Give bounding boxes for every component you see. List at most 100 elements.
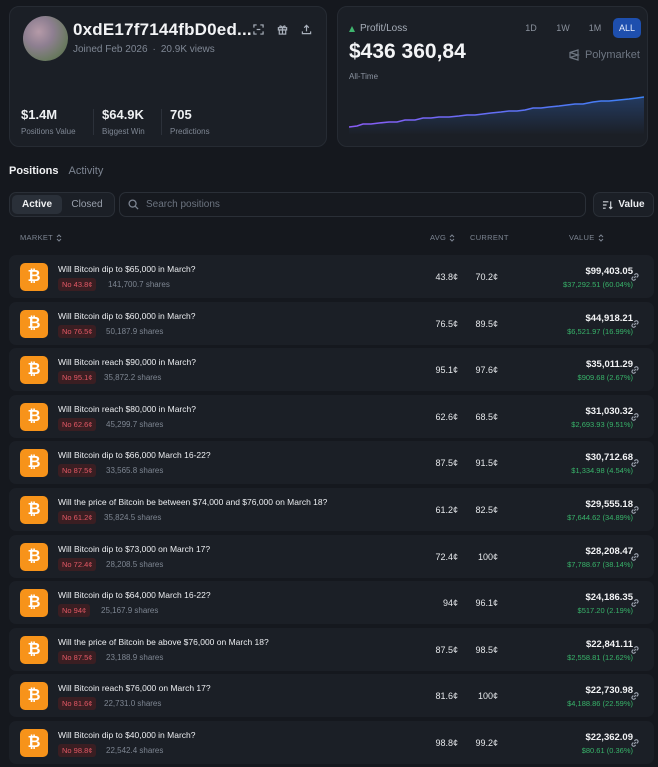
position-value: $30,712.68 bbox=[585, 452, 633, 463]
position-value: $22,362.09 bbox=[585, 732, 633, 743]
outcome-badge: No 62.6¢ bbox=[58, 418, 97, 431]
avg-price: 98.8¢ bbox=[435, 738, 458, 748]
bitcoin-icon: ₿ bbox=[20, 310, 48, 338]
outcome-badge: No 87.5¢ bbox=[58, 464, 97, 477]
pnl-card: Profit/Loss $436 360,84 All-Time 1D 1W 1… bbox=[337, 6, 648, 147]
range-1m[interactable]: 1M bbox=[581, 18, 609, 38]
position-row[interactable]: ₿ Will Bitcoin dip to $65,000 in March? No… bbox=[9, 255, 654, 298]
position-row[interactable]: ₿ Will Bitcoin dip to $66,000 March 16-22… bbox=[9, 441, 654, 484]
market-title[interactable]: Will Bitcoin dip to $64,000 March 16-22? bbox=[58, 590, 211, 600]
tab-bar: Positions Activity bbox=[9, 165, 103, 177]
range-1w[interactable]: 1W bbox=[549, 18, 577, 38]
link-icon[interactable] bbox=[630, 738, 640, 748]
column-market[interactable]: MARKET bbox=[20, 233, 62, 242]
filter-closed[interactable]: Closed bbox=[62, 195, 112, 214]
position-row[interactable]: ₿ Will Bitcoin dip to $64,000 March 16-22… bbox=[9, 581, 654, 624]
bitcoin-icon: ₿ bbox=[20, 263, 48, 291]
market-title[interactable]: Will Bitcoin dip to $73,000 on March 17? bbox=[58, 544, 210, 554]
share-icon[interactable] bbox=[299, 22, 314, 37]
share-count: 28,208.5 shares bbox=[106, 560, 164, 569]
position-row[interactable]: ₿ Will Bitcoin dip to $60,000 in March? No… bbox=[9, 302, 654, 345]
outcome-badge: No 94¢ bbox=[58, 604, 91, 617]
polymarket-logo-icon bbox=[569, 49, 580, 61]
column-current: CURRENT bbox=[470, 233, 509, 242]
current-price: 96.1¢ bbox=[475, 598, 498, 608]
polymarket-brand: Polymarket bbox=[568, 49, 640, 61]
position-value: $24,186.35 bbox=[585, 592, 633, 603]
range-1d[interactable]: 1D bbox=[517, 18, 545, 38]
stat-predictions: 705 Predictions bbox=[170, 107, 210, 136]
avg-price: 87.5¢ bbox=[435, 458, 458, 468]
sort-button[interactable]: Value bbox=[593, 192, 654, 217]
tab-activity[interactable]: Activity bbox=[69, 165, 104, 177]
stat-divider bbox=[93, 109, 94, 135]
share-count: 35,872.2 shares bbox=[104, 373, 162, 382]
market-title[interactable]: Will Bitcoin reach $80,000 in March? bbox=[58, 404, 196, 414]
link-icon[interactable] bbox=[630, 691, 640, 701]
position-gain: $37,292.51 (60.04%) bbox=[562, 280, 633, 289]
market-title[interactable]: Will the price of Bitcoin be above $76,0… bbox=[58, 637, 269, 647]
market-title[interactable]: Will Bitcoin reach $76,000 on March 17? bbox=[58, 683, 211, 693]
position-row[interactable]: ₿ Will Bitcoin reach $90,000 in March? No … bbox=[9, 348, 654, 391]
link-icon[interactable] bbox=[630, 365, 640, 375]
market-title[interactable]: Will Bitcoin dip to $40,000 in March? bbox=[58, 730, 196, 740]
pnl-area bbox=[349, 97, 644, 135]
outcome-badge: No 76.5¢ bbox=[58, 325, 97, 338]
bitcoin-icon: ₿ bbox=[20, 589, 48, 617]
profile-card: 0xdE17f7144fbD0ed... Joined Feb 2026 · 20.… bbox=[9, 6, 327, 147]
trend-up-icon bbox=[349, 25, 355, 32]
position-row[interactable]: ₿ Will Bitcoin reach $76,000 on March 17?… bbox=[9, 674, 654, 717]
tab-positions[interactable]: Positions bbox=[9, 165, 59, 177]
search-input[interactable] bbox=[146, 199, 566, 210]
column-market-label: MARKET bbox=[20, 233, 54, 242]
gift-icon[interactable] bbox=[275, 22, 290, 37]
share-count: 50,187.9 shares bbox=[106, 327, 164, 336]
link-icon[interactable] bbox=[630, 645, 640, 655]
position-row[interactable]: ₿ Will Bitcoin dip to $40,000 in March? No… bbox=[9, 721, 654, 764]
avg-price: 95.1¢ bbox=[435, 365, 458, 375]
link-icon[interactable] bbox=[630, 505, 640, 515]
outcome-badge: No 95.1¢ bbox=[58, 371, 97, 384]
position-row[interactable]: ₿ Will the price of Bitcoin be above $76,… bbox=[9, 628, 654, 671]
share-count: 33,565.8 shares bbox=[106, 466, 164, 475]
position-row[interactable]: ₿ Will Bitcoin dip to $73,000 on March 17… bbox=[9, 535, 654, 578]
market-title[interactable]: Will Bitcoin dip to $65,000 in March? bbox=[58, 264, 196, 274]
position-value: $28,208.47 bbox=[585, 546, 633, 557]
market-title[interactable]: Will Bitcoin dip to $66,000 March 16-22? bbox=[58, 450, 211, 460]
column-value[interactable]: VALUE bbox=[569, 233, 604, 242]
stat-value: $1.4M bbox=[21, 107, 58, 122]
outcome-badge: No 81.6¢ bbox=[58, 697, 97, 710]
current-price: 100¢ bbox=[477, 552, 498, 562]
market-title[interactable]: Will Bitcoin dip to $60,000 in March? bbox=[58, 311, 196, 321]
stat-label: Positions Value bbox=[21, 127, 76, 136]
link-icon[interactable] bbox=[630, 319, 640, 329]
column-current-label: CURRENT bbox=[470, 233, 509, 242]
position-row[interactable]: ₿ Will Bitcoin reach $80,000 in March? No … bbox=[9, 395, 654, 438]
market-title[interactable]: Will the price of Bitcoin be between $74… bbox=[58, 497, 327, 507]
filter-active[interactable]: Active bbox=[12, 195, 62, 214]
sort-arrows-icon bbox=[56, 233, 62, 242]
column-avg[interactable]: AVG bbox=[430, 233, 455, 242]
position-gain: $6,521.97 (16.99%) bbox=[567, 327, 633, 336]
scan-icon[interactable] bbox=[251, 22, 266, 37]
link-icon[interactable] bbox=[630, 552, 640, 562]
bitcoin-icon: ₿ bbox=[20, 449, 48, 477]
market-title[interactable]: Will Bitcoin reach $90,000 in March? bbox=[58, 357, 196, 367]
link-icon[interactable] bbox=[630, 458, 640, 468]
share-count: 23,188.9 shares bbox=[106, 653, 164, 662]
stat-label: Biggest Win bbox=[102, 127, 145, 136]
range-all[interactable]: ALL bbox=[613, 18, 641, 38]
current-price: 82.5¢ bbox=[475, 505, 498, 515]
link-icon[interactable] bbox=[630, 598, 640, 608]
link-icon[interactable] bbox=[630, 412, 640, 422]
position-row[interactable]: ₿ Will the price of Bitcoin be between $7… bbox=[9, 488, 654, 531]
bitcoin-icon: ₿ bbox=[20, 636, 48, 664]
pnl-period: All-Time bbox=[349, 72, 379, 81]
position-gain: $80.61 (0.36%) bbox=[581, 746, 633, 755]
avg-price: 94¢ bbox=[442, 598, 458, 608]
link-icon[interactable] bbox=[630, 272, 640, 282]
profile-meta: Joined Feb 2026 · 20.9K views bbox=[73, 44, 215, 55]
position-gain: $7,644.62 (34.89%) bbox=[567, 513, 633, 522]
avatar[interactable] bbox=[23, 16, 68, 61]
pnl-chart bbox=[349, 96, 644, 135]
